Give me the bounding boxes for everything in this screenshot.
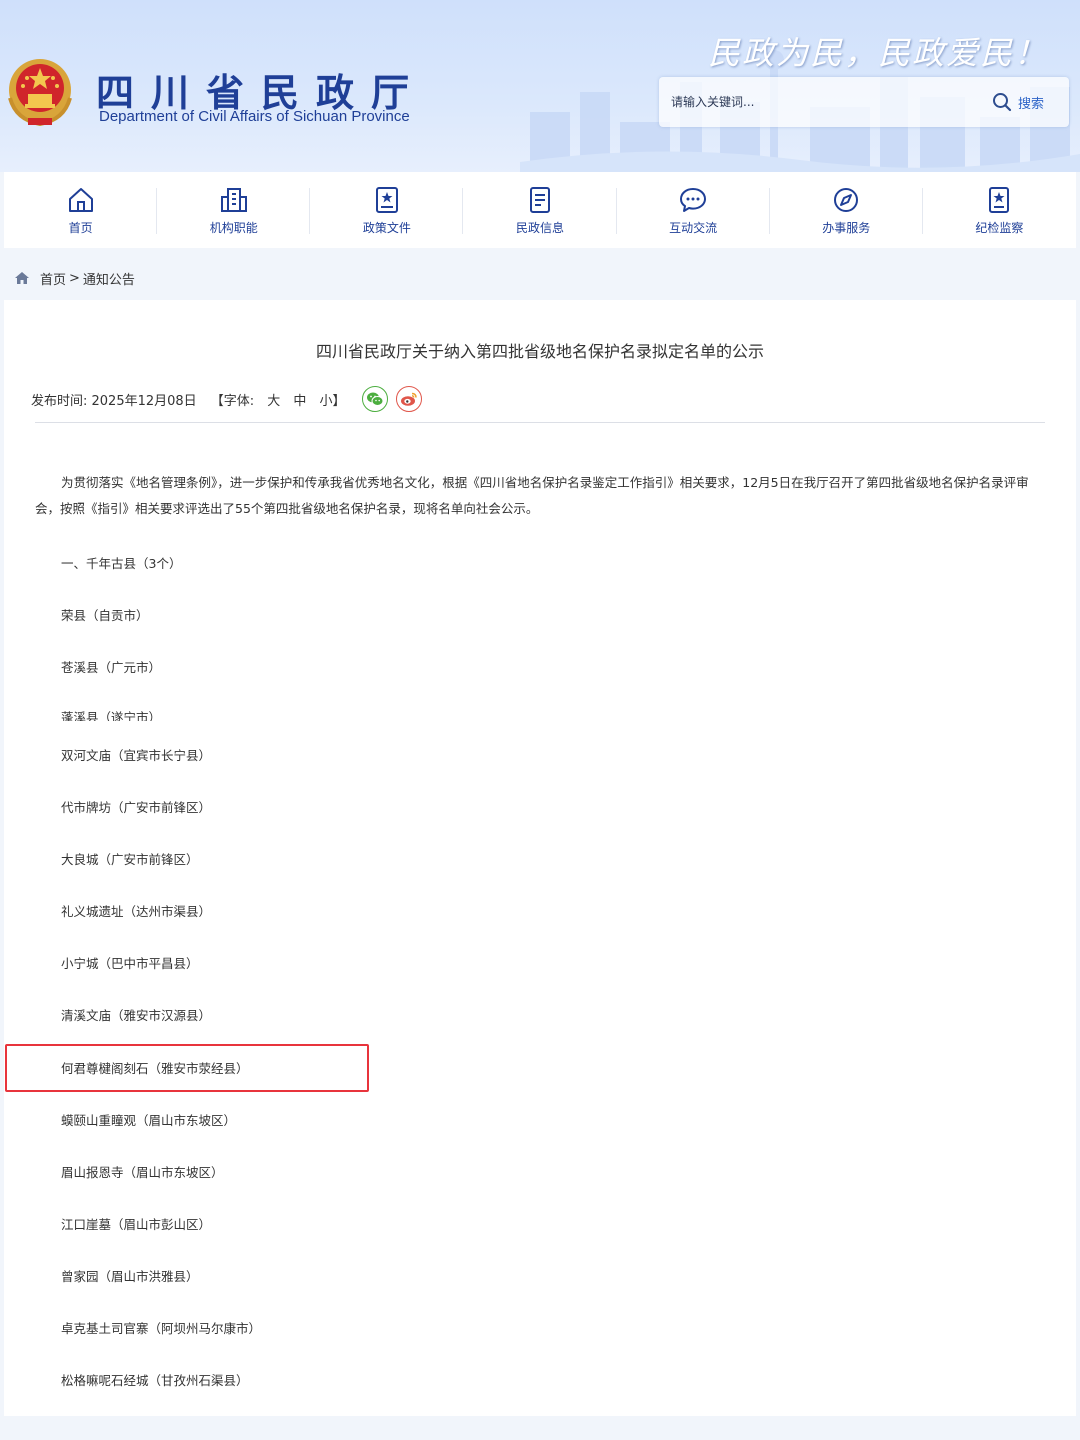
font-large-button[interactable]: 大 <box>267 394 280 409</box>
nav-label: 政策文件 <box>362 220 411 235</box>
nav-label: 办事服务 <box>822 220 871 235</box>
list-item: 眉山报恩寺（眉山市东坡区） <box>61 1165 224 1180</box>
list-item: 江口崖墓（眉山市彭山区） <box>61 1217 212 1232</box>
nav-label: 纪检监察 <box>975 220 1024 235</box>
wechat-icon <box>366 392 384 406</box>
breadcrumb-separator: > <box>69 270 80 286</box>
article-title: 四川省民政厅关于纳入第四批省级地名保护名录拟定名单的公示 <box>315 342 764 361</box>
home-icon <box>15 272 29 284</box>
nav-label: 首页 <box>68 220 93 235</box>
search-icon <box>993 93 1012 112</box>
list-item: 礼义城遗址（达州市渠县） <box>61 904 212 919</box>
nav-label: 民政信息 <box>515 220 564 235</box>
list-item: 荣县（自贡市） <box>61 608 149 623</box>
nav-label: 机构职能 <box>209 220 258 235</box>
list-item: 曾家园（眉山市洪雅县） <box>61 1269 199 1284</box>
nav-item-interaction[interactable]: 互动交流 <box>617 172 770 248</box>
list-item: 蟆颐山重瞳观（眉山市东坡区） <box>61 1113 237 1128</box>
policy-doc-icon <box>375 186 398 213</box>
font-small-button[interactable]: 小】 <box>320 394 346 409</box>
nav-label: 互动交流 <box>669 220 718 235</box>
list-item: 双河文庙（宜宾市长宁县） <box>61 748 212 763</box>
weibo-icon <box>400 392 417 406</box>
list-item: 松格嘛呢石经城（甘孜州石渠县） <box>61 1373 249 1388</box>
home-icon <box>68 187 93 212</box>
article-meta: 发布时间: 2025年12月08日 【字体: 大 中 小】 <box>31 386 422 412</box>
weibo-share-button[interactable] <box>395 386 422 412</box>
nav-item-services[interactable]: 办事服务 <box>770 172 923 248</box>
chat-icon <box>680 187 707 212</box>
main-nav: 首页 机构职能 政策文件 民政信息 互动交流 办事服务 纪检监察 <box>4 172 1076 248</box>
list-item: 清溪文庙（雅安市汉源县） <box>61 1008 212 1023</box>
list-item: 蓬溪县（遂宁市） <box>61 710 162 721</box>
wechat-share-button[interactable] <box>361 386 388 412</box>
site-header: 四川省民政厅 Department of Civil Affairs of Si… <box>0 0 1080 172</box>
breadcrumb-home-link[interactable]: 首页 <box>40 269 66 288</box>
site-subtitle: Department of Civil Affairs of Sichuan P… <box>99 108 410 125</box>
compass-icon <box>834 187 859 212</box>
building-icon <box>220 187 247 212</box>
list-item: 卓克基土司官寨（阿坝州马尔康市） <box>61 1321 262 1336</box>
nav-item-supervision[interactable]: 纪检监察 <box>923 172 1076 248</box>
list-item: 代市牌坊（广安市前锋区） <box>61 800 212 815</box>
list-heading: 一、千年古县（3个） <box>61 556 182 571</box>
search-input[interactable] <box>671 87 971 117</box>
document-icon <box>529 186 550 213</box>
highlight-annotation-box <box>5 1044 369 1092</box>
slogan: 民政为民，民政爱民！ <box>708 34 1049 72</box>
nav-item-organization[interactable]: 机构职能 <box>157 172 311 248</box>
nav-item-info[interactable]: 民政信息 <box>463 172 617 248</box>
breadcrumb: 首页 > 通知公告 <box>14 268 135 288</box>
national-emblem-logo <box>8 59 72 127</box>
search-button-label: 搜索 <box>1018 96 1045 112</box>
font-size-selector: 【字体: 大 中 小】 <box>211 390 346 409</box>
publish-time: 发布时间: 2025年12月08日 <box>31 393 197 409</box>
list-item: 小宁城（巴中市平昌县） <box>61 956 199 971</box>
list-item: 苍溪县（广元市） <box>61 660 162 675</box>
font-medium-button[interactable]: 中 <box>293 394 306 409</box>
article-intro: 为贯彻落实《地名管理条例》，进一步保护和传承我省优秀地名文化，根据《四川省地名保… <box>35 475 1029 516</box>
nav-item-home[interactable]: 首页 <box>4 172 158 248</box>
list-item: 大良城（广安市前锋区） <box>61 852 199 867</box>
nav-item-policy[interactable]: 政策文件 <box>310 172 464 248</box>
breadcrumb-current-link[interactable]: 通知公告 <box>83 269 135 288</box>
font-size-label: 【字体: <box>210 393 255 409</box>
meta-divider <box>35 422 1045 423</box>
search-button[interactable]: 搜索 <box>992 88 1064 116</box>
badge-icon <box>989 186 1010 213</box>
